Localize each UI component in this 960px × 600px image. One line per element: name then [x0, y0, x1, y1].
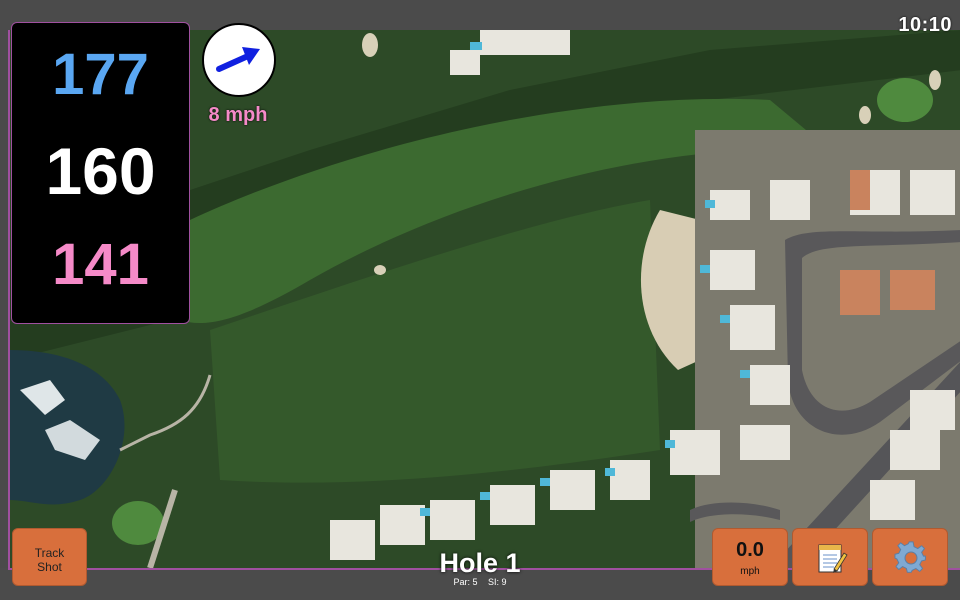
hole-par: Par: 5 [453, 577, 478, 587]
track-shot-label-line2: Shot [37, 560, 62, 574]
hole-info: Par: 5 SI: 9 [380, 577, 580, 587]
track-shot-label-line1: Track [34, 546, 65, 560]
wind-direction-indicator [202, 23, 276, 97]
middle-yardage: 160 [45, 134, 156, 208]
notepad-icon [818, 544, 848, 573]
speed-button[interactable]: 0.0 mph [712, 528, 788, 586]
track-shot-button[interactable]: Track Shot [12, 528, 87, 586]
speed-unit: mph [740, 566, 760, 577]
gear-icon [894, 541, 926, 573]
settings-button[interactable] [872, 528, 948, 586]
yardage-panel: 177 160 141 [11, 22, 190, 324]
scorecard-notes-button[interactable] [792, 528, 868, 586]
back-yardage: 177 [52, 42, 149, 107]
wind-speed: 8 mph [208, 104, 268, 126]
hole-title: Hole 1 [439, 548, 521, 578]
clock: 10:10 [898, 14, 952, 36]
hole-stroke-index: SI: 9 [488, 577, 507, 587]
wind-arrow-icon [216, 47, 260, 72]
front-yardage: 141 [52, 232, 149, 297]
speed-value: 0.0 [736, 539, 764, 561]
